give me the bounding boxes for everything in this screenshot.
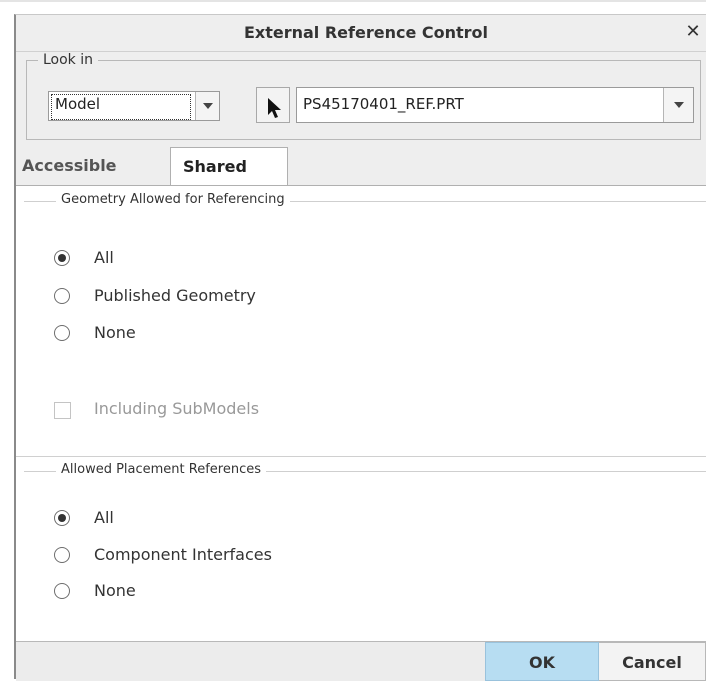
model-name-dropdown-button[interactable] <box>663 88 693 122</box>
radio-label: None <box>94 581 136 600</box>
top-border <box>0 0 706 2</box>
radio-label: Component Interfaces <box>94 545 272 564</box>
radio-button[interactable] <box>54 583 70 599</box>
ok-button[interactable]: OK <box>485 642 599 681</box>
radio-selected-dot <box>58 514 66 522</box>
select-model-button[interactable] <box>256 87 290 123</box>
radio-label: None <box>94 323 136 342</box>
model-name-select[interactable]: PS45170401_REF.PRT <box>296 87 694 123</box>
radio-button[interactable] <box>54 547 70 563</box>
model-type-value: Model <box>55 95 101 113</box>
tab-accessible[interactable]: Accessible <box>16 147 170 185</box>
radio-label: All <box>94 508 114 527</box>
geometry-group-legend: Geometry Allowed for Referencing <box>56 192 290 207</box>
chevron-down-icon <box>674 102 684 108</box>
model-type-select[interactable]: Model <box>48 91 220 121</box>
radio-button[interactable] <box>54 250 70 266</box>
radio-button[interactable] <box>54 288 70 304</box>
radio-label: Published Geometry <box>94 286 256 305</box>
radio-button[interactable] <box>54 325 70 341</box>
look-in-legend: Look in <box>38 52 99 68</box>
close-icon[interactable]: ✕ <box>682 21 704 43</box>
cancel-button[interactable]: Cancel <box>599 642 706 681</box>
model-type-dropdown-button[interactable] <box>195 92 219 120</box>
including-submodels-checkbox[interactable] <box>54 402 71 419</box>
placement-group-legend: Allowed Placement References <box>56 462 267 477</box>
title-bar: External Reference Control ✕ <box>16 15 706 52</box>
dialog-footer: OK Cancel <box>16 641 706 681</box>
pointer-arrow-icon <box>268 98 281 118</box>
external-reference-dialog: External Reference Control ✕ Look in Mod… <box>14 14 706 681</box>
model-name-value: PS45170401_REF.PRT <box>303 95 464 113</box>
group-separator <box>16 456 706 457</box>
including-submodels-label: Including SubModels <box>94 399 260 418</box>
radio-button[interactable] <box>54 510 70 526</box>
tab-shared[interactable]: Shared <box>170 147 288 187</box>
chevron-down-icon <box>203 103 213 109</box>
radio-label: All <box>94 248 114 267</box>
radio-selected-dot <box>58 254 66 262</box>
dialog-title: External Reference Control <box>243 23 489 42</box>
